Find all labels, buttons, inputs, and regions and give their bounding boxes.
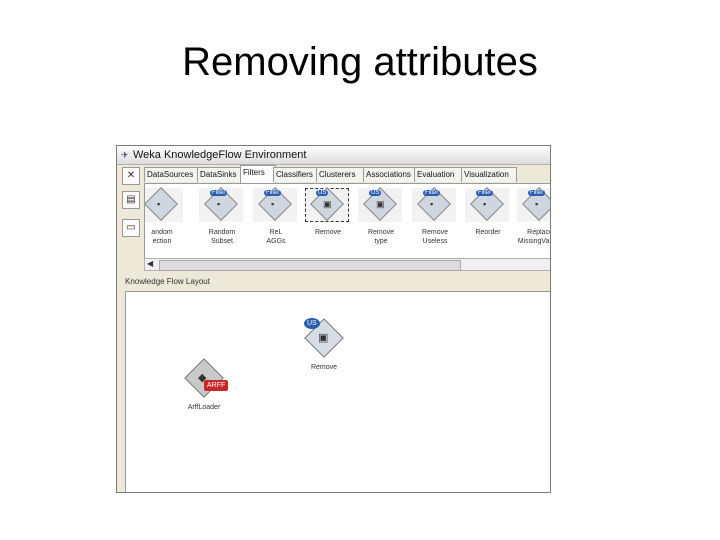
node-label: Remove: [310, 364, 338, 371]
palette-item-label: Remove type: [367, 229, 395, 245]
filter-icon: Filter ▪: [412, 187, 456, 222]
filter-icon: Filter ▪: [465, 187, 509, 222]
palette-item-label: ReL AGGs: [266, 229, 286, 245]
filter-palette: ▪ andom ection Filter ▪ Random Subset Fil…: [144, 183, 550, 259]
palette-item-label: Remove Useless: [421, 229, 449, 245]
filter-icon: Filter ▪: [253, 187, 297, 222]
palette-item-relaggs[interactable]: Filter ▪ ReL AGGs: [251, 187, 301, 256]
palette-item-randomsubset[interactable]: Filter ▪ Random Subset: [197, 187, 247, 256]
palette-item-label: Remove: [314, 229, 342, 236]
load-layout-button[interactable]: ▭: [122, 219, 140, 237]
palette-item-label: Reorder: [475, 229, 501, 236]
tab-clusterers[interactable]: Clusterers: [316, 167, 366, 182]
tab-datasources[interactable]: DataSources: [144, 167, 200, 182]
filter-icon: ▪: [145, 187, 183, 222]
canvas-node-arffloader[interactable]: ARFF ◆ ArffLoader: [184, 358, 229, 418]
canvas-node-remove[interactable]: US ▣ Remove: [304, 318, 344, 378]
arff-loader-icon: ARFF ◆: [184, 358, 229, 398]
filter-icon: Filter ▪: [517, 187, 550, 222]
window-title: Weka KnowledgeFlow Environment: [133, 149, 307, 161]
scroll-left-icon[interactable]: ◀: [147, 259, 153, 268]
palette-item-removetype[interactable]: US ▣ Remove type: [356, 187, 406, 256]
toolstrip: ✕ ▤ ▭: [117, 165, 143, 275]
palette-item-label: andom ection: [151, 229, 173, 245]
palette-item-replacemissingvalues[interactable]: Filter▪ Replace MissingValues: [515, 187, 550, 256]
scrollbar-thumb[interactable]: [159, 260, 461, 271]
tab-filters[interactable]: Filters: [240, 165, 276, 183]
palette-item-randomselection[interactable]: ▪ andom ection: [145, 187, 187, 256]
knowledgeflow-window: ✈ Weka KnowledgeFlow Environment ✕ ▤ ▭ D…: [116, 145, 551, 493]
new-layout-button[interactable]: ✕: [122, 167, 140, 185]
save-layout-button[interactable]: ▤: [122, 191, 140, 209]
new-icon: ✕: [126, 170, 136, 181]
tab-classifiers[interactable]: Classifiers: [273, 167, 319, 182]
tab-datasinks[interactable]: DataSinks: [197, 167, 243, 182]
palette-item-label: Random Subset: [208, 229, 236, 245]
load-icon: ▭: [126, 222, 136, 233]
tab-associations[interactable]: Associations: [363, 167, 417, 182]
save-icon: ▤: [126, 194, 136, 205]
tab-evaluation[interactable]: Evaluation: [414, 167, 464, 182]
palette-scrollbar[interactable]: ◀: [144, 258, 550, 271]
filter-icon: Filter ▪: [199, 187, 243, 222]
window-titlebar: ✈ Weka KnowledgeFlow Environment: [117, 146, 550, 165]
remove-filter-icon: US ▣: [305, 187, 349, 222]
palette-item-remove[interactable]: US ▣ Remove: [303, 187, 353, 256]
palette-item-label: Replace MissingValues: [517, 229, 551, 245]
layout-panel-label: Knowledge Flow Layout: [125, 277, 210, 286]
layout-canvas[interactable]: US ▣ Remove ARFF ◆ ArffLoader: [125, 291, 550, 492]
tab-visualization[interactable]: Visualization: [461, 167, 517, 182]
weka-app-icon: ✈: [121, 150, 129, 160]
remove-filter-icon: US ▣: [304, 318, 344, 358]
filter-icon: US ▣: [358, 187, 402, 222]
palette-item-reorder[interactable]: Filter ▪ Reorder: [463, 187, 513, 256]
palette-item-removeuseless[interactable]: Filter ▪ Remove Useless: [410, 187, 460, 256]
node-label: ArffLoader: [187, 404, 221, 411]
slide-title: Removing attributes: [182, 40, 538, 84]
